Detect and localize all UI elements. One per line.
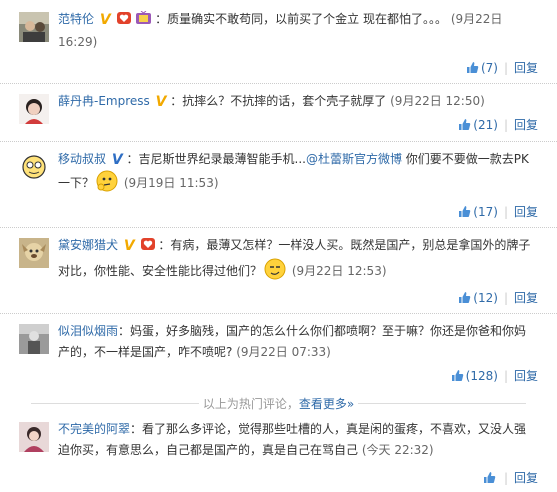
thinking-emoji-icon <box>96 170 118 199</box>
thumbs-up-icon <box>451 370 463 381</box>
username-link[interactable]: 似泪似烟雨 <box>58 324 118 338</box>
heart-badge-icon <box>116 11 131 32</box>
verified-v-icon: V <box>123 238 135 254</box>
comment-body: ：抗摔么？不抗摔的话，套个壳子就厚了 <box>170 94 387 108</box>
divider-line <box>358 403 526 404</box>
action-separator: | <box>503 471 508 485</box>
username-link[interactable]: 不完美的阿翠 <box>58 422 130 436</box>
action-separator: | <box>503 369 508 383</box>
username-link[interactable]: 移动叔叔 <box>58 152 106 166</box>
comment-time: (今天 22:32) <box>361 443 434 457</box>
comment-text: 似泪似烟雨：妈蛋，好多脑残，国产的怎么什么你们都喷啊？至于嘛？你还是你爸和你妈产… <box>58 321 538 363</box>
like-button[interactable]: (17) <box>458 205 498 219</box>
comment-actions: (7) | 回复 <box>466 60 538 76</box>
like-count: (21) <box>473 118 498 132</box>
comment-text: 范特伦 V ：质量确实不敢苟同，以前买了个金立 现在都怕了。。。 (9月22日 … <box>58 9 538 53</box>
thumbs-up-icon <box>466 62 479 73</box>
comment-actions: (17) | 回复 <box>458 204 538 220</box>
like-count: (128) <box>465 369 498 383</box>
thumbs-up-icon <box>483 472 496 483</box>
hot-comments-label: 以上为热门评论， <box>202 397 299 411</box>
like-button[interactable]: (21) <box>458 118 498 132</box>
username-link[interactable]: 黛安娜猎犬 <box>58 238 118 252</box>
comment-divider <box>0 227 557 228</box>
comment-text: 薛丹冉-Empress V ：抗摔么？不抗摔的话，套个壳子就厚了 (9月22日 … <box>58 91 538 112</box>
like-button[interactable]: (12) <box>458 291 498 305</box>
comment-actions: (21) | 回复 <box>458 117 538 133</box>
avatar[interactable] <box>19 324 49 354</box>
comment-time: (9月22日 12:50) <box>390 94 485 108</box>
avatar[interactable] <box>19 152 49 182</box>
action-separator: | <box>503 205 508 219</box>
avatar[interactable] <box>19 12 49 42</box>
avatar[interactable] <box>19 238 49 268</box>
mention-link[interactable]: @杜蕾斯官方微博 <box>306 152 402 166</box>
action-separator: | <box>503 61 508 75</box>
reply-button[interactable]: 回复 <box>514 369 538 383</box>
like-count: (7) <box>480 61 498 75</box>
reply-button[interactable]: 回复 <box>514 61 538 75</box>
like-button[interactable]: (7) <box>466 61 498 75</box>
comment-text: 移动叔叔 V ：吉尼斯世界纪录最薄智能手机...@杜蕾斯官方微博 你们要不要做一… <box>58 149 538 199</box>
comment-actions: (12) | 回复 <box>458 290 538 306</box>
tv-badge-icon <box>136 10 152 32</box>
action-separator: | <box>503 291 508 305</box>
thumbs-up-icon <box>459 119 471 130</box>
comment-text: 黛安娜猎犬 V ：有病，最薄又怎样？一样没人买。既然是国产，别总是拿国外的牌子对… <box>58 235 538 287</box>
divider-line <box>30 403 199 404</box>
username-link[interactable]: 薛丹冉-Empress <box>58 94 150 108</box>
comment-time: (9月22日 07:33) <box>236 345 331 359</box>
comment-actions: | 回复 <box>483 470 538 486</box>
avatar[interactable] <box>19 422 49 452</box>
avatar[interactable] <box>19 94 49 124</box>
comment-divider <box>0 313 557 314</box>
comment-time: (9月22日 12:53) <box>291 264 387 278</box>
verified-v-icon: V <box>155 94 167 110</box>
heart-badge-icon <box>140 237 155 258</box>
comment-time: (9月19日 11:53) <box>123 176 219 190</box>
comment-text: 不完美的阿翠：看了那么多评论，觉得那些吐槽的人，真是闲的蛋疼，不喜欢，又没人强迫… <box>58 419 538 461</box>
comment-body: ：吉尼斯世界纪录最薄智能手机... <box>126 152 306 166</box>
thumbs-up-icon <box>459 206 471 217</box>
like-count: (12) <box>473 291 498 305</box>
see-more-link[interactable]: 查看更多» <box>299 397 354 411</box>
like-count: (17) <box>473 205 498 219</box>
comment-divider <box>0 141 557 142</box>
action-separator: | <box>503 118 508 132</box>
hot-comments-divider: 以上为热门评论，查看更多» <box>0 396 557 412</box>
comment-divider <box>0 83 557 84</box>
comment-item: 范特伦 V ：质量确实不敢苟同，以前买了个金立 现在都怕了。。。 (9月22日 … <box>0 0 557 86</box>
reply-button[interactable]: 回复 <box>514 471 538 485</box>
thumbs-up-icon <box>459 292 471 303</box>
comment-body: ：质量确实不敢苟同，以前买了个金立 现在都怕了。。。 <box>155 12 447 26</box>
verified-v-icon: V <box>111 152 123 168</box>
verified-v-icon: V <box>99 12 111 28</box>
reply-button[interactable]: 回复 <box>514 118 538 132</box>
like-button[interactable] <box>483 471 498 485</box>
comment-actions: (128) | 回复 <box>451 368 538 384</box>
reply-button[interactable]: 回复 <box>514 291 538 305</box>
reply-button[interactable]: 回复 <box>514 205 538 219</box>
smug-emoji-icon <box>264 258 286 287</box>
username-link[interactable]: 范特伦 <box>58 12 94 26</box>
like-button[interactable]: (128) <box>451 369 498 383</box>
